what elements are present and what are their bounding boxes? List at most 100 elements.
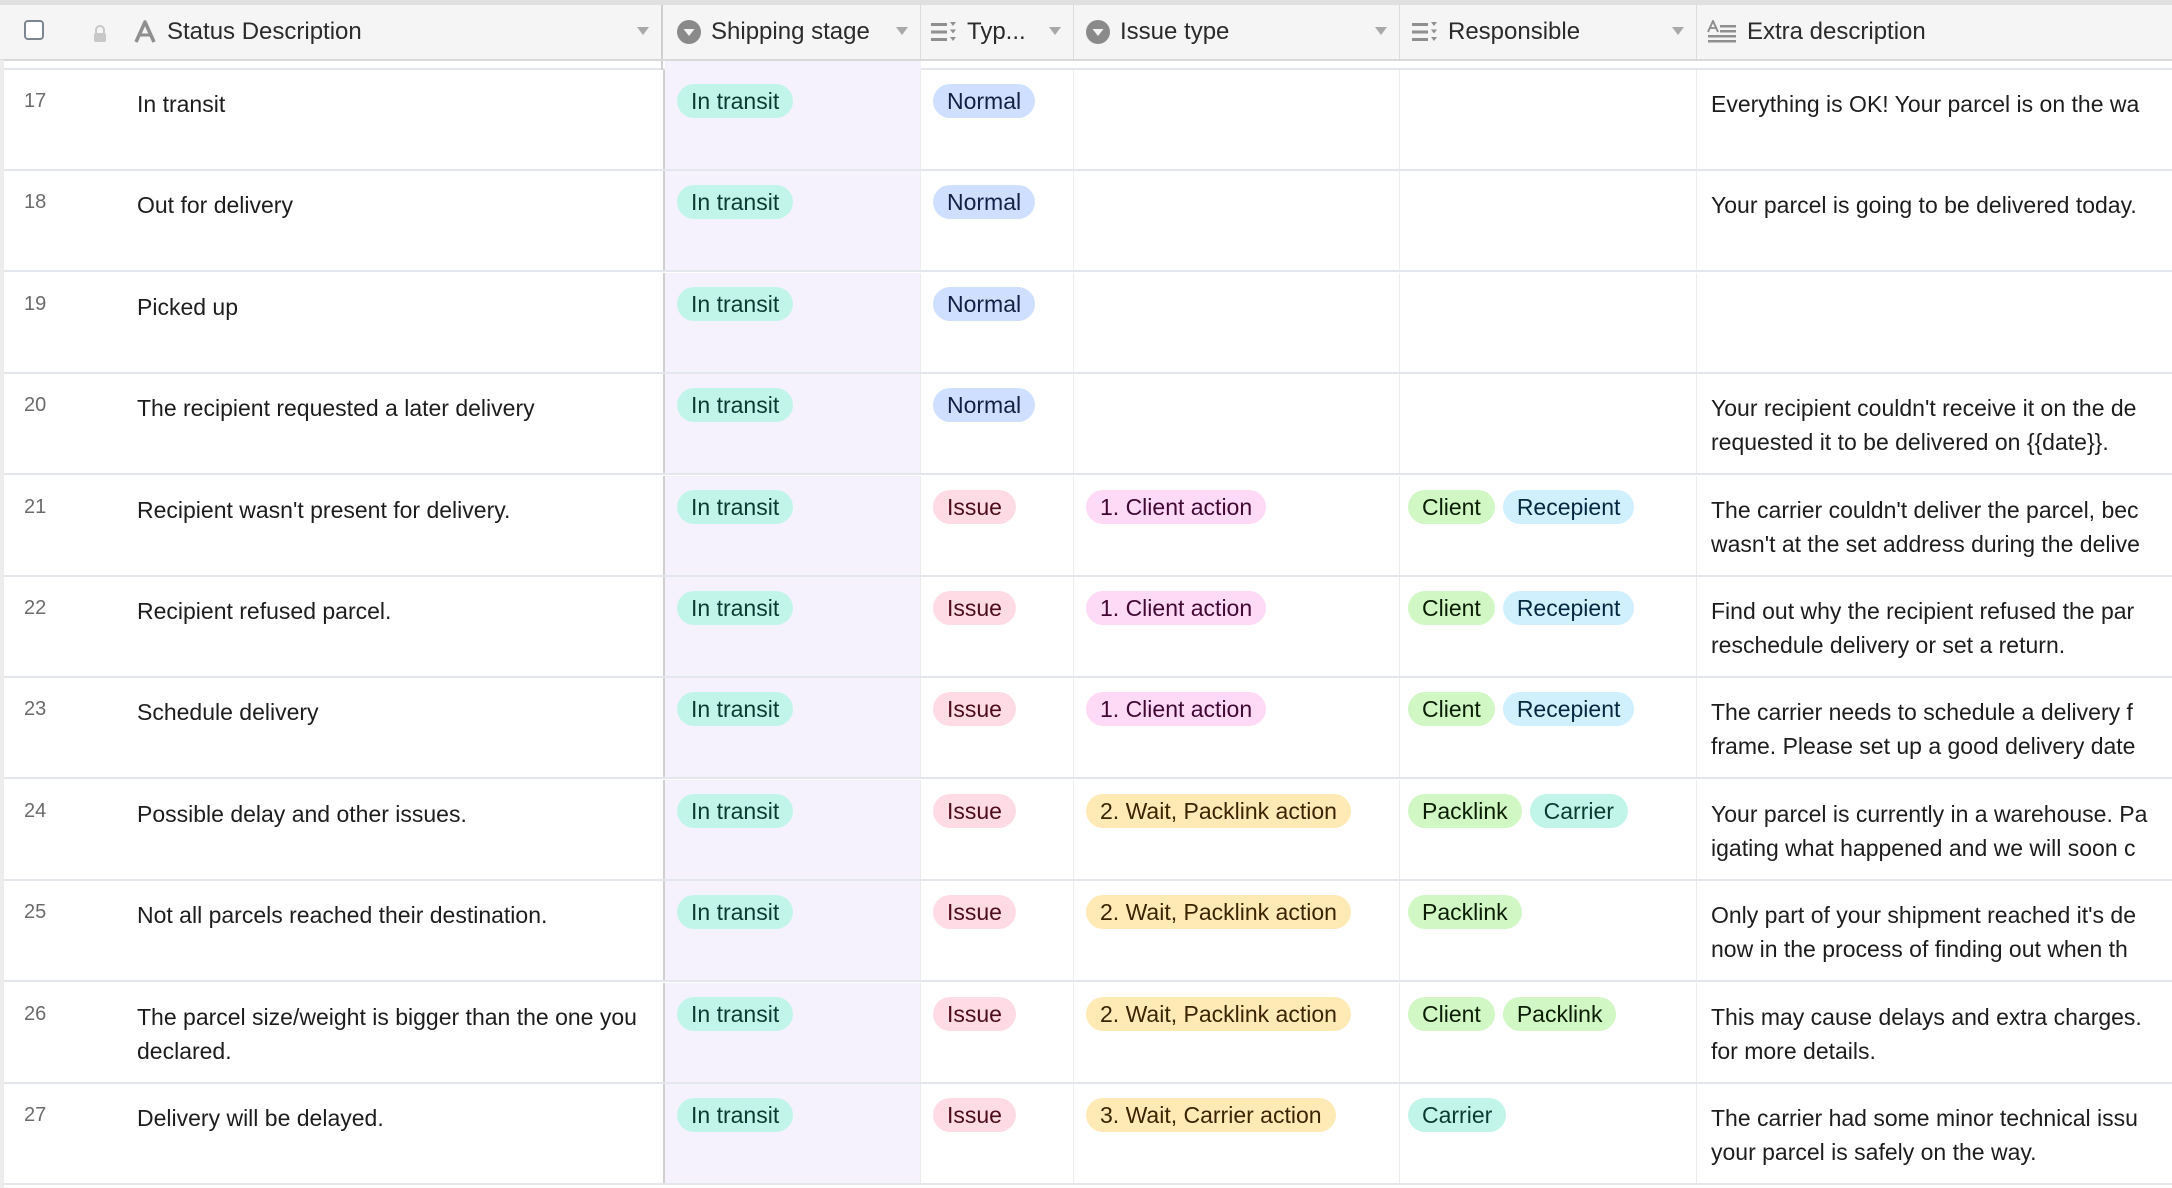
extra-description-cell[interactable]: [1697, 273, 2172, 372]
type-tag[interactable]: Issue: [933, 591, 1016, 625]
table-row[interactable]: 25 Not all parcels reached their destinat…: [4, 881, 2172, 983]
status-description-cell[interactable]: Possible delay and other issues.: [137, 779, 665, 879]
responsible-tag[interactable]: Client: [1408, 591, 1495, 625]
status-description-cell[interactable]: Not all parcels reached their destinatio…: [137, 881, 665, 981]
type-tag[interactable]: Normal: [933, 388, 1036, 423]
type-cell[interactable]: Issue: [921, 1084, 1074, 1183]
shipping-stage-tag[interactable]: In transit: [677, 895, 794, 930]
shipping-stage-tag[interactable]: In transit: [677, 793, 794, 828]
responsible-cell[interactable]: [1400, 272, 1697, 372]
shipping-stage-cell[interactable]: In transit: [665, 1084, 921, 1183]
shipping-stage-tag[interactable]: In transit: [677, 591, 794, 625]
issue-type-cell[interactable]: [1074, 171, 1400, 271]
shipping-stage-cell[interactable]: In transit: [665, 881, 921, 981]
responsible-cell[interactable]: Packlink: [1400, 881, 1697, 981]
responsible-cell[interactable]: [1400, 70, 1697, 169]
extra-description-cell[interactable]: Your parcel is going to be delivered tod…: [1697, 171, 2172, 270]
shipping-stage-tag[interactable]: In transit: [677, 388, 794, 423]
issue-type-cell[interactable]: 1. Client action: [1074, 678, 1400, 778]
responsible-tag[interactable]: Recepient: [1502, 591, 1635, 625]
table-row[interactable]: 20 The recipient requested a later delive…: [4, 374, 2172, 476]
status-description-cell[interactable]: The recipient requested a later delivery: [137, 374, 665, 474]
responsible-cell[interactable]: [1400, 171, 1697, 271]
type-cell[interactable]: Normal: [921, 272, 1074, 372]
shipping-stage-tag[interactable]: In transit: [677, 692, 794, 727]
type-cell[interactable]: Issue: [921, 678, 1074, 778]
issue-type-tag[interactable]: 2. Wait, Packlink action: [1086, 793, 1351, 828]
responsible-tag[interactable]: Client: [1408, 996, 1495, 1031]
type-cell[interactable]: Normal: [921, 374, 1074, 474]
type-tag[interactable]: Issue: [933, 996, 1016, 1031]
shipping-stage-cell[interactable]: In transit: [665, 779, 921, 879]
type-tag[interactable]: Issue: [933, 895, 1016, 930]
shipping-stage-tag[interactable]: In transit: [677, 286, 794, 321]
status-description-cell[interactable]: In transit: [137, 70, 665, 169]
responsible-tag[interactable]: Client: [1408, 489, 1495, 524]
extra-description-cell[interactable]: The carrier needs to schedule a delivery…: [1697, 678, 2172, 777]
status-description-cell[interactable]: Out for delivery: [137, 171, 665, 271]
type-cell[interactable]: Issue: [921, 475, 1074, 575]
status-description-cell[interactable]: Recipient refused parcel.: [137, 577, 665, 676]
shipping-stage-tag[interactable]: In transit: [677, 1098, 794, 1132]
type-tag[interactable]: Normal: [933, 286, 1036, 321]
header-responsible[interactable]: Responsible: [1400, 5, 1697, 59]
shipping-stage-cell[interactable]: In transit: [665, 374, 921, 474]
shipping-stage-cell[interactable]: In transit: [665, 272, 921, 372]
type-cell[interactable]: Issue: [921, 779, 1074, 879]
issue-type-cell[interactable]: [1074, 70, 1400, 169]
type-tag[interactable]: Issue: [933, 489, 1016, 524]
issue-type-tag[interactable]: 1. Client action: [1086, 591, 1267, 625]
type-cell[interactable]: Issue: [921, 881, 1074, 981]
shipping-stage-tag[interactable]: In transit: [677, 185, 794, 220]
issue-type-tag[interactable]: 2. Wait, Packlink action: [1086, 895, 1351, 930]
extra-description-cell[interactable]: This may cause delays and extra charges.…: [1697, 983, 2172, 1082]
shipping-stage-tag[interactable]: In transit: [677, 996, 794, 1031]
table-row[interactable]: 19 Picked up In transit Normal: [4, 272, 2172, 374]
table-row[interactable]: 26 The parcel size/weight is bigger than …: [4, 982, 2172, 1084]
issue-type-cell[interactable]: 3. Wait, Carrier action: [1074, 1084, 1400, 1183]
responsible-tag[interactable]: Carrier: [1408, 1098, 1507, 1132]
responsible-tag[interactable]: Recepient: [1502, 692, 1635, 727]
table-row[interactable]: 22 Recipient refused parcel. In transit Iss…: [4, 577, 2172, 678]
shipping-stage-cell[interactable]: In transit: [665, 678, 921, 778]
shipping-stage-cell[interactable]: In transit: [665, 577, 921, 676]
header-extra-description[interactable]: Extra description: [1697, 5, 2172, 59]
type-tag[interactable]: Issue: [933, 793, 1016, 828]
issue-type-tag[interactable]: 1. Client action: [1086, 489, 1267, 524]
type-cell[interactable]: Normal: [921, 171, 1074, 271]
issue-type-tag[interactable]: 1. Client action: [1086, 692, 1267, 727]
responsible-tag[interactable]: Packlink: [1408, 793, 1522, 828]
shipping-stage-tag[interactable]: In transit: [677, 489, 794, 524]
table-row[interactable]: 24 Possible delay and other issues. In tra…: [4, 779, 2172, 881]
responsible-cell[interactable]: Carrier: [1400, 1084, 1697, 1183]
responsible-tag[interactable]: Packlink: [1502, 996, 1617, 1031]
issue-type-tag[interactable]: 2. Wait, Packlink action: [1086, 996, 1351, 1031]
issue-type-cell[interactable]: 1. Client action: [1074, 577, 1400, 676]
responsible-tag[interactable]: Carrier: [1529, 793, 1628, 828]
table-row[interactable]: 23 Schedule delivery In transit Issue 1. Cli…: [4, 678, 2172, 780]
shipping-stage-cell[interactable]: In transit: [665, 982, 921, 1082]
status-description-cell[interactable]: The parcel size/weight is bigger than th…: [137, 982, 665, 1082]
chevron-down-icon[interactable]: [896, 27, 908, 35]
shipping-stage-cell[interactable]: In transit: [665, 70, 921, 169]
responsible-tag[interactable]: Client: [1408, 692, 1495, 727]
extra-description-cell[interactable]: The carrier had some minor technical iss…: [1697, 1084, 2172, 1183]
issue-type-tag[interactable]: 3. Wait, Carrier action: [1086, 1098, 1336, 1132]
status-description-cell[interactable]: Delivery will be delayed.: [137, 1084, 665, 1183]
responsible-cell[interactable]: [1400, 374, 1697, 474]
status-description-cell[interactable]: Recipient wasn't present for delivery.: [137, 475, 665, 575]
header-shipping-stage[interactable]: Shipping stage: [665, 5, 921, 59]
issue-type-cell[interactable]: 2. Wait, Packlink action: [1074, 779, 1400, 879]
table-row[interactable]: 21 Recipient wasn't present for delivery.…: [4, 475, 2172, 577]
extra-description-cell[interactable]: Only part of your shipment reached it's …: [1697, 881, 2172, 980]
extra-description-cell[interactable]: Everything is OK! Your parcel is on the …: [1697, 70, 2172, 169]
table-row[interactable]: 18 Out for delivery In transit Normal Your p…: [4, 171, 2172, 273]
issue-type-cell[interactable]: [1074, 272, 1400, 372]
responsible-cell[interactable]: Client Recepient: [1400, 577, 1697, 676]
table-row[interactable]: 27 Delivery will be delayed. In transit Iss…: [4, 1084, 2172, 1185]
table-row[interactable]: 17 In transit In transit Normal Everything i…: [4, 70, 2172, 171]
chevron-down-icon[interactable]: [1375, 27, 1387, 35]
responsible-cell[interactable]: Packlink Carrier: [1400, 779, 1697, 879]
extra-description-cell[interactable]: Find out why the recipient refused the p…: [1697, 577, 2172, 676]
chevron-down-icon[interactable]: [1049, 27, 1061, 35]
